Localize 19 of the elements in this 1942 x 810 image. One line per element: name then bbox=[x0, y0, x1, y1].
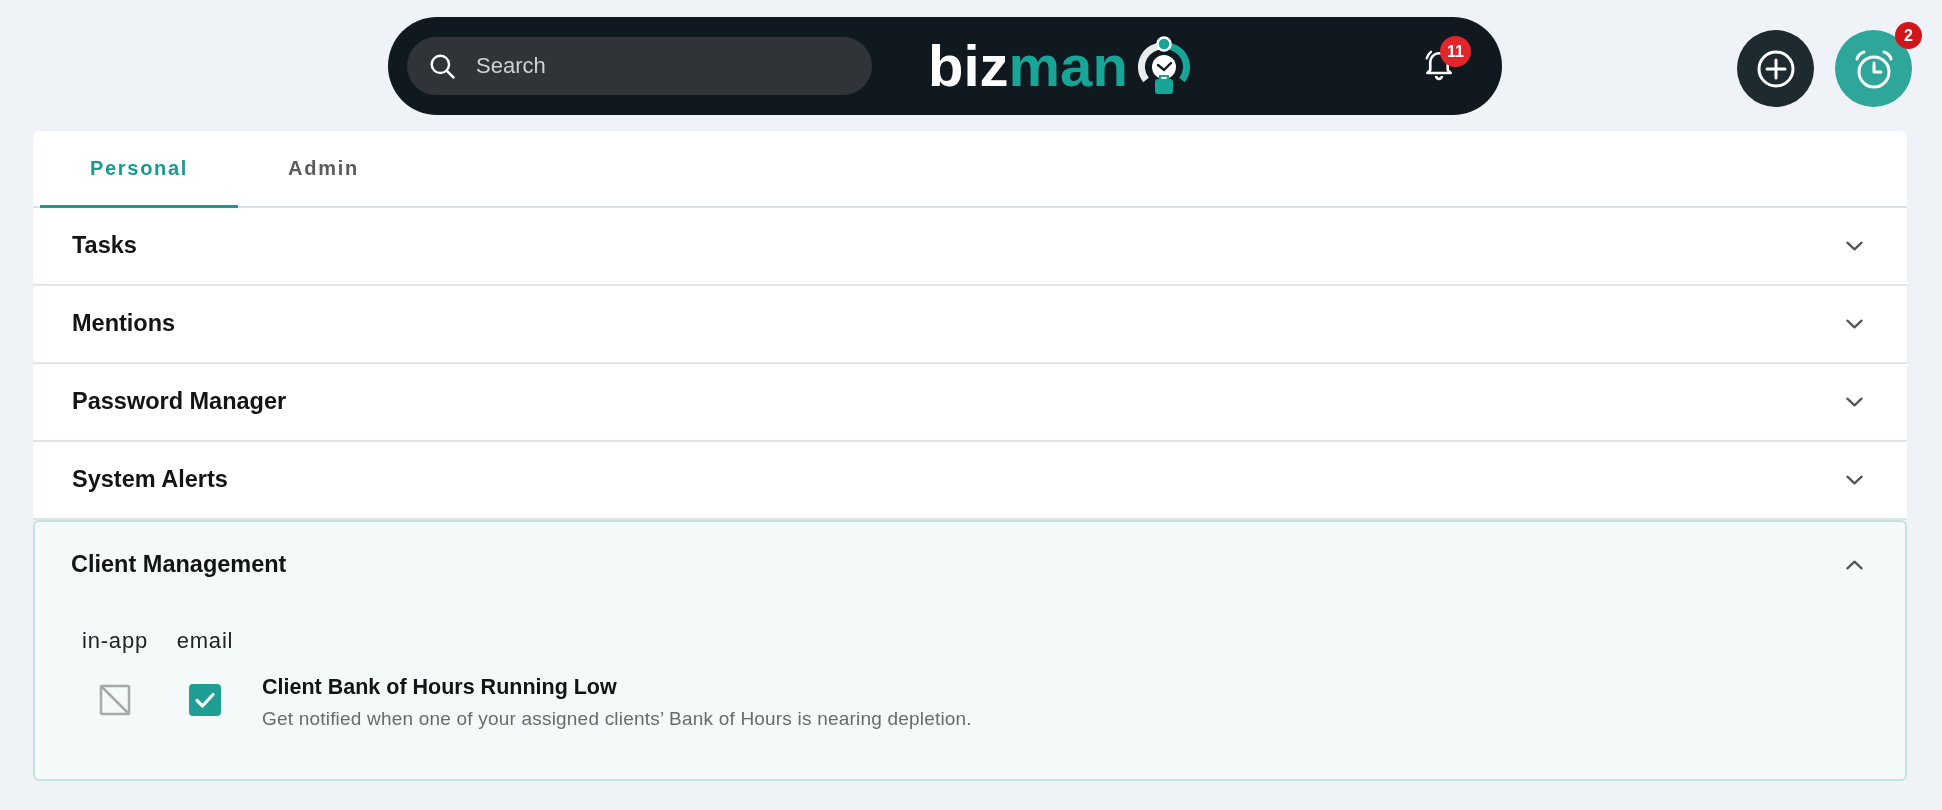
alarm-count-badge: 2 bbox=[1895, 22, 1922, 49]
notifications-button[interactable]: 11 bbox=[1421, 36, 1471, 81]
tab[interactable]: Admin bbox=[238, 131, 409, 208]
setting-title: Client Bank of Hours Running Low bbox=[262, 675, 618, 699]
section-header[interactable]: System Alerts bbox=[33, 442, 1907, 520]
search-icon bbox=[429, 53, 455, 79]
logo-icon bbox=[1137, 35, 1190, 97]
notification-count-badge: 11 bbox=[1440, 36, 1471, 67]
logo-text: bizman bbox=[928, 37, 1128, 95]
section-header[interactable]: Password Manager bbox=[33, 364, 1907, 442]
checkbox[interactable] bbox=[189, 684, 221, 716]
channel-label: email bbox=[176, 629, 234, 653]
search-field[interactable]: Search bbox=[407, 37, 872, 95]
setting-description: Get notified when one of your assigned clients’ Bank of Hours is nearing depletion. bbox=[262, 708, 973, 730]
section-header[interactable]: Mentions bbox=[33, 286, 1907, 364]
section-header[interactable]: Tasks bbox=[33, 208, 1907, 286]
channel-label: in-app bbox=[82, 629, 148, 653]
plus-circle-icon bbox=[1755, 48, 1796, 89]
section-header[interactable]: Client Management bbox=[35, 522, 1905, 608]
